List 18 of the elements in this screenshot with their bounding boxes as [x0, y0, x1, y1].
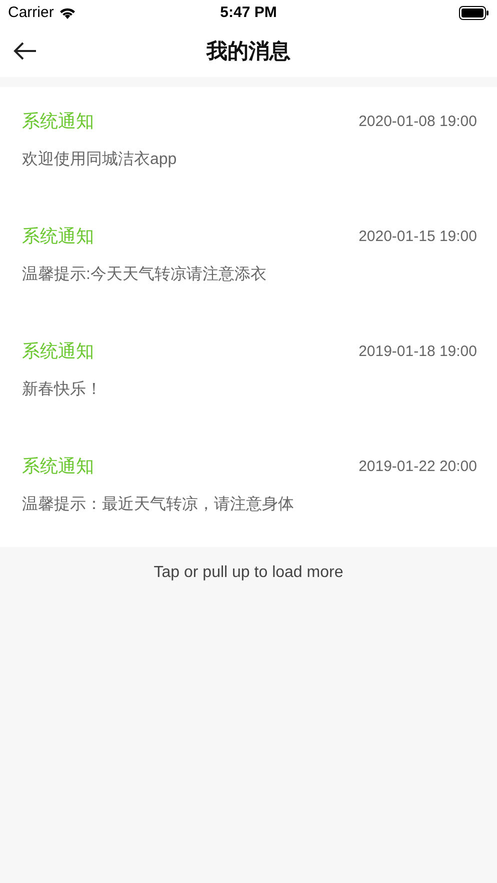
- wifi-icon: [58, 6, 76, 18]
- message-title: 系统通知: [22, 225, 94, 248]
- carrier-label: Carrier: [8, 4, 54, 21]
- message-date: 2019-01-22 20:00: [358, 458, 477, 474]
- message-title: 系统通知: [22, 110, 94, 133]
- message-title: 系统通知: [22, 455, 94, 478]
- battery-icon: [458, 6, 489, 20]
- message-body: 欢迎使用同城洁衣app: [22, 150, 178, 170]
- message-body: 温馨提示:今天天气转凉请注意添衣: [22, 264, 268, 285]
- status-time: 5:47 PM: [220, 4, 277, 21]
- message-body: 温馨提示：最近天气转凉，请注意身体: [22, 494, 295, 515]
- page-title: 我的消息: [206, 39, 290, 65]
- message-date: 2020-01-08 19:00: [358, 112, 477, 130]
- message-date: 2019-01-18 19:00: [358, 342, 477, 360]
- load-more-text[interactable]: Tap or pull up to load more: [154, 564, 344, 582]
- message-date: 2020-01-15 19:00: [358, 228, 477, 244]
- message-title: 系统通知: [22, 340, 94, 363]
- message-body: 新春快乐！: [22, 380, 103, 400]
